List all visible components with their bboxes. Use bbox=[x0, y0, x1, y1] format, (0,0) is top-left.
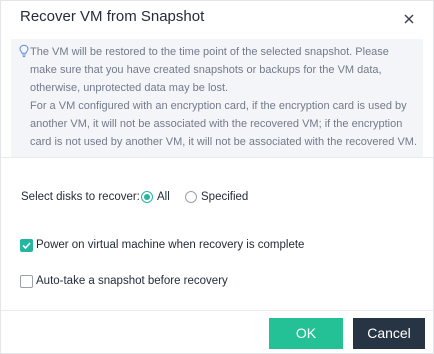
power-on-checkbox-box[interactable] bbox=[20, 239, 33, 252]
check-icon bbox=[22, 242, 31, 249]
dialog-title: Recover VM from Snapshot bbox=[20, 8, 205, 25]
radio-all-label[interactable]: All bbox=[157, 191, 170, 203]
dialog-header: Recover VM from Snapshot bbox=[1, 1, 433, 35]
radio-all-circle[interactable] bbox=[141, 191, 153, 203]
close-icon[interactable] bbox=[400, 10, 418, 28]
auto-snapshot-checkbox[interactable]: Auto-take a snapshot before recovery bbox=[20, 275, 228, 289]
radio-specified-circle[interactable] bbox=[185, 191, 197, 203]
footer-divider bbox=[1, 310, 433, 311]
auto-snapshot-label[interactable]: Auto-take a snapshot before recovery bbox=[36, 275, 228, 287]
cancel-button[interactable]: Cancel bbox=[353, 318, 425, 349]
radio-all[interactable]: All bbox=[141, 191, 181, 205]
section-divider bbox=[1, 157, 433, 158]
notice-paragraph-encryption: For a VM configured with an encryption c… bbox=[30, 100, 418, 148]
power-on-checkbox[interactable]: Power on virtual machine when recovery i… bbox=[20, 239, 304, 253]
radio-specified-label[interactable]: Specified bbox=[201, 191, 248, 203]
ok-button[interactable]: OK bbox=[269, 318, 343, 349]
notice-text: The VM will be restored to the time poin… bbox=[30, 43, 418, 151]
info-notice: The VM will be restored to the time poin… bbox=[11, 39, 423, 157]
auto-snapshot-checkbox-box[interactable] bbox=[20, 275, 33, 288]
recover-vm-dialog: Recover VM from Snapshot The VM will be … bbox=[0, 0, 434, 354]
select-disks-label: Select disks to recover: bbox=[21, 191, 140, 203]
radio-specified[interactable]: Specified bbox=[185, 191, 251, 205]
power-on-label[interactable]: Power on virtual machine when recovery i… bbox=[36, 239, 304, 251]
bulb-icon bbox=[18, 44, 30, 58]
notice-paragraph-snapshot: The VM will be restored to the time poin… bbox=[30, 46, 389, 94]
